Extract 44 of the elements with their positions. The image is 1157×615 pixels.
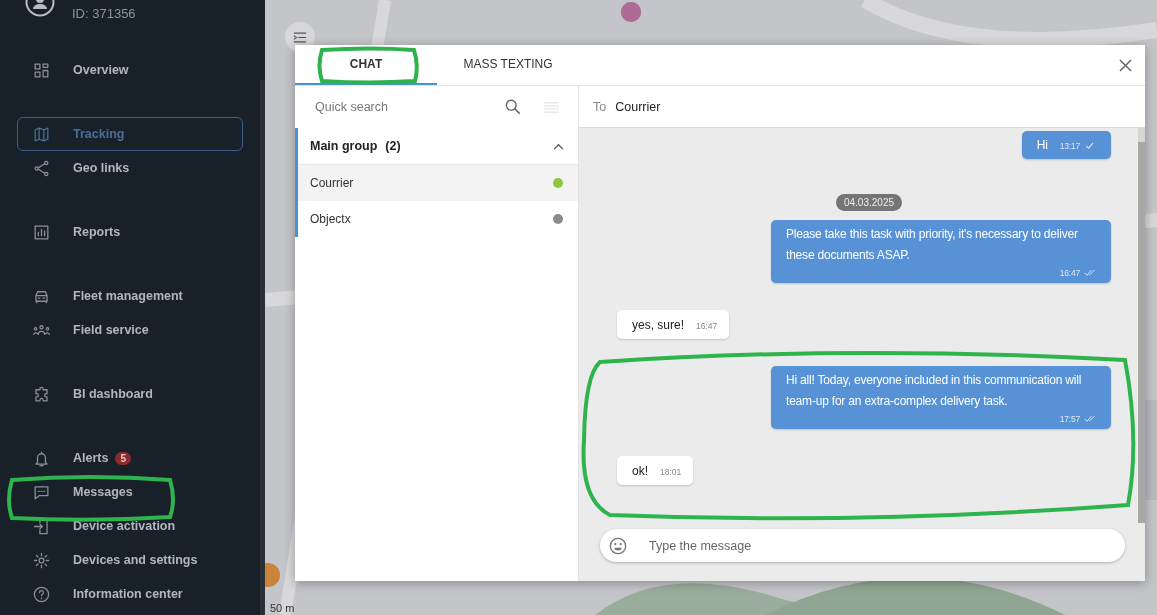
contact-item[interactable]: Courrier [298, 165, 578, 201]
recipient-name: Courrier [615, 99, 661, 114]
tab[interactable]: CHAT [295, 45, 437, 85]
group-name: Main group [310, 139, 378, 153]
message-time: 18:01 [660, 466, 682, 479]
smiley-icon[interactable] [609, 536, 627, 555]
count-badge: 5 [115, 451, 131, 465]
nav-item[interactable]: BI dashboard [17, 377, 243, 411]
nav-item[interactable]: Alerts 5 [17, 441, 243, 475]
message-time: 16:47 [696, 320, 718, 333]
message-text: Please take this task with priority, it's necessary to deliver these documents ASAP. [786, 226, 1079, 264]
list-icon [293, 31, 307, 43]
nav-item[interactable]: Overview [17, 53, 243, 87]
help-icon [32, 584, 51, 604]
scrollbar[interactable] [260, 0, 265, 615]
message-time: 13:17 [1059, 140, 1080, 153]
nav-item[interactable]: Messages [17, 475, 243, 509]
message-time: 17:57 [1059, 413, 1080, 426]
nav-item[interactable]: Geo links [17, 151, 243, 185]
share-icon [32, 158, 51, 178]
to-label: To [593, 99, 607, 114]
message-text: Hi all! Today, everyone included in this communication will team-up for an extra-complex delivery task. [786, 372, 1083, 410]
nav-item[interactable]: Field service [17, 313, 243, 347]
message-input[interactable]: Type the message [647, 537, 1125, 554]
tab[interactable]: MASS TEXTING [437, 45, 579, 85]
nav-item[interactable]: Information center [17, 577, 243, 611]
user-id: ID: 371356 [72, 5, 136, 21]
close-icon [1118, 58, 1132, 72]
message-field[interactable]: Type the message [600, 529, 1125, 562]
map-scale: 50 m [270, 602, 295, 614]
message-time: 16:47 [1059, 267, 1080, 280]
group-count: (2) [385, 139, 401, 153]
search-icon[interactable] [505, 99, 521, 115]
puzzle-icon [32, 384, 51, 404]
chevron-icon [553, 142, 564, 150]
nav-item[interactable]: Reports [17, 215, 243, 249]
message-text: Hi [1036, 137, 1048, 154]
nav-item[interactable]: Devices and settings [17, 543, 243, 577]
message-text: ok! [632, 463, 648, 480]
nav-item[interactable]: Device activation [17, 509, 243, 543]
date-chip: 04.03.2025 [835, 194, 903, 211]
contact-item[interactable]: Objectx [298, 201, 578, 237]
message-text: yes, sure! [632, 317, 685, 334]
nav-item[interactable]: Fleet management [17, 279, 243, 313]
